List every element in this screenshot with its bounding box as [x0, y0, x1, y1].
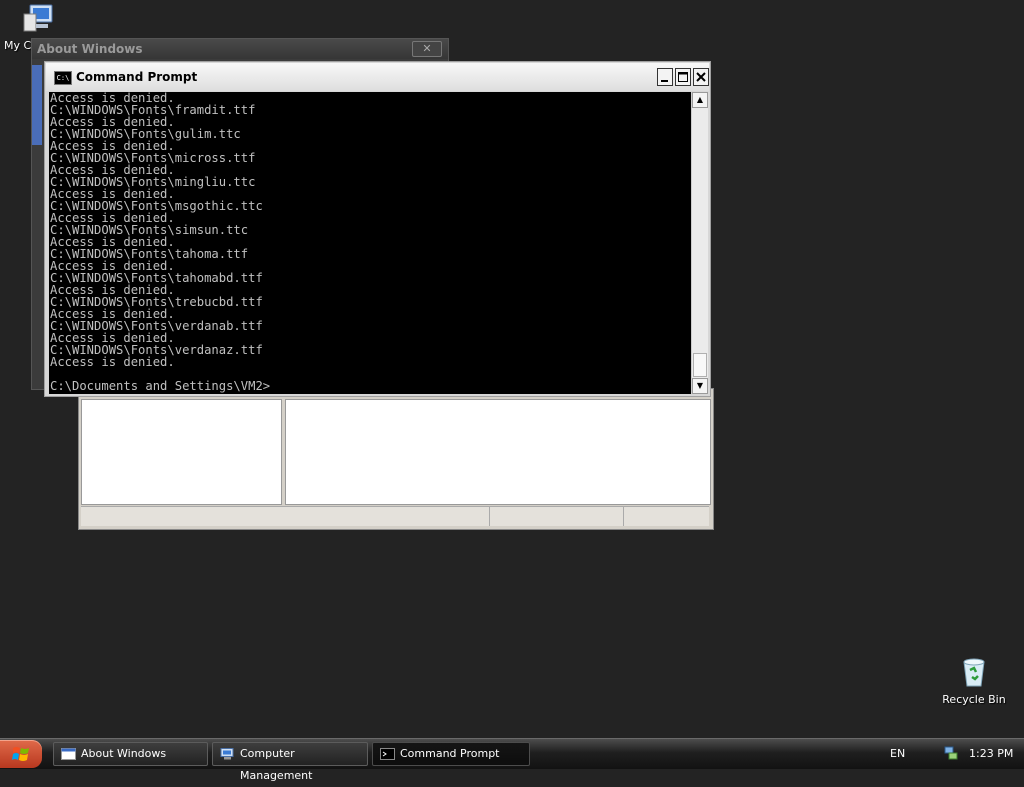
console-text: Access is denied. C:\WINDOWS\Fonts\framd… [50, 92, 271, 393]
command-prompt-icon [380, 748, 395, 760]
scroll-down-button[interactable]: ▼ [692, 378, 708, 394]
system-tray: EN 1:23 PM [880, 739, 1024, 769]
window-title: Command Prompt [76, 70, 198, 84]
start-button[interactable] [0, 740, 42, 768]
recycle-bin-icon [963, 658, 985, 687]
minimize-icon [661, 80, 668, 82]
maximize-button[interactable] [675, 68, 691, 86]
maximize-icon [678, 72, 688, 82]
command-prompt-window[interactable]: C:\ Command Prompt Access is denied. C:\… [44, 61, 711, 397]
status-separator [489, 507, 490, 526]
close-button[interactable] [693, 68, 709, 86]
window-icon [61, 748, 76, 760]
desktop-icon-label: Recycle Bin [942, 693, 1006, 706]
computer-management-icon [220, 748, 234, 760]
taskbar-button-command-prompt[interactable]: Command Prompt [372, 742, 530, 766]
taskbar: About Windows Computer Management Comman… [0, 738, 1024, 782]
console-output[interactable]: Access is denied. C:\WINDOWS\Fonts\framd… [49, 92, 691, 394]
taskbar-button-label: Command Prompt [400, 747, 500, 760]
language-indicator[interactable]: EN [890, 747, 905, 760]
about-banner-strip [32, 65, 42, 145]
about-close-button[interactable]: ✕ [412, 41, 442, 57]
close-icon [696, 72, 706, 82]
network-icon[interactable] [943, 745, 959, 761]
scroll-up-button[interactable]: ▲ [692, 92, 708, 108]
taskbar-button-computer-management[interactable]: Computer Management [212, 742, 368, 782]
vertical-scrollbar[interactable]: ▲ ▼ [691, 92, 708, 394]
taskbar-button-label: Computer Management [240, 747, 313, 782]
taskbar-button-label: About Windows [81, 747, 167, 760]
my-computer-icon [23, 4, 53, 32]
about-windows-title: About Windows [32, 39, 448, 59]
status-separator [623, 507, 624, 526]
details-pane[interactable] [285, 399, 711, 505]
windows-logo-icon [12, 747, 29, 761]
minimize-button[interactable] [657, 68, 673, 86]
desktop-icon-recycle-bin[interactable]: Recycle Bin [938, 656, 1010, 706]
computer-management-window[interactable] [78, 388, 714, 530]
title-bar[interactable]: C:\ Command Prompt [46, 63, 709, 91]
scroll-thumb[interactable] [693, 353, 707, 377]
clock[interactable]: 1:23 PM [969, 747, 1013, 760]
taskbar-button-about-windows[interactable]: About Windows [53, 742, 208, 766]
console-tree-pane[interactable] [81, 399, 282, 505]
command-prompt-icon[interactable]: C:\ [54, 71, 72, 85]
status-bar [81, 506, 709, 526]
